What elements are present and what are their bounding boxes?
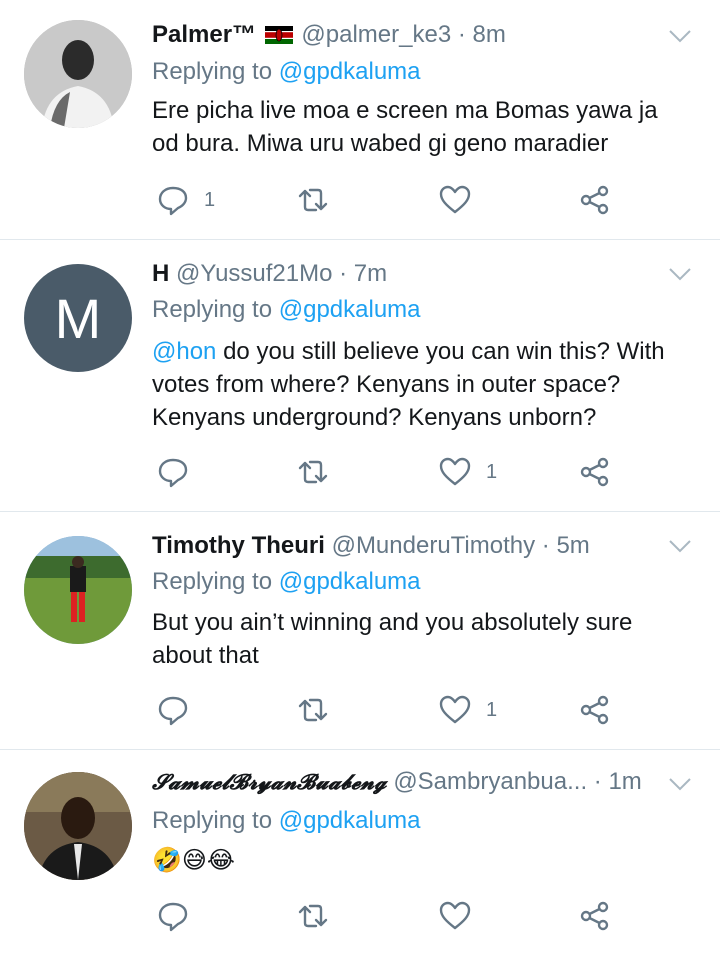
chevron-down-icon[interactable] [668,266,692,282]
author-handle[interactable]: @Yussuf21Mo [176,260,332,287]
timestamp[interactable]: · 8m [458,21,506,48]
tweet-1[interactable]: Palmer™ @palmer_ke3 · 8m Replying to @gp… [0,0,720,240]
tweet-text: 🤣😅😂 [152,847,235,874]
replying-to: Replying to @gpdkaluma [152,807,421,834]
timestamp[interactable]: · 1m [594,768,642,795]
reply-icon [158,458,188,488]
share-button[interactable] [578,452,612,492]
heart-icon [439,695,471,724]
like-button[interactable] [438,896,486,936]
replying-to-link[interactable]: @gpdkaluma [279,296,421,323]
share-icon [580,457,609,487]
avatar[interactable] [24,536,132,644]
reply-button[interactable] [156,452,204,492]
avatar-letter: M [54,286,102,350]
share-button[interactable] [578,896,612,936]
tweet-actions [152,896,640,936]
retweet-icon [298,460,328,484]
tweet-text: @hon do you still believe you can win th… [152,335,680,434]
like-button[interactable]: 1 [438,690,497,730]
reply-icon [158,186,188,216]
author-name[interactable]: H [152,260,169,287]
retweet-button[interactable] [296,180,330,220]
tweet-text-body: do you still believe you can win this? W… [152,338,665,431]
avatar[interactable] [24,772,132,880]
tweet-actions: 1 [152,452,640,492]
replying-to-link[interactable]: @gpdkaluma [279,58,421,85]
share-icon [580,695,609,725]
like-button[interactable]: 1 [438,452,497,492]
retweet-icon [298,698,328,722]
retweet-icon [298,904,328,928]
author-handle[interactable]: @Sambryanbua... [393,768,587,795]
timestamp[interactable]: · 7m [339,260,387,287]
tweet-actions: 1 [152,180,640,220]
chevron-down-icon[interactable] [668,538,692,554]
chevron-down-icon[interactable] [668,28,692,44]
reply-icon [158,902,188,932]
retweet-button[interactable] [296,690,330,730]
tweet-header: Timothy Theuri @MunderuTimothy · 5m [152,531,660,561]
like-button[interactable] [438,180,486,220]
retweet-button[interactable] [296,896,330,936]
replying-to-link[interactable]: @gpdkaluma [279,807,421,834]
avatar[interactable] [24,20,132,128]
tweet-actions: 1 [152,690,640,730]
tweet-header: 𝓢𝓪𝓶𝓾𝓮𝓵𝓑𝓻𝔂𝓪𝓷𝓑𝓾𝓪𝓫𝓮𝓷𝓰 @Sambryanbua... · 1m [152,767,660,797]
author-handle[interactable]: @palmer_ke3 [301,21,451,48]
retweet-button[interactable] [296,452,330,492]
avatar[interactable]: M [24,264,132,372]
heart-icon [439,457,471,486]
mention-link[interactable]: @hon [152,338,216,365]
like-count: 1 [486,698,498,721]
replying-to: Replying to @gpdkaluma [152,58,421,85]
reply-button[interactable]: 1 [156,180,215,220]
tweet-header: H @Yussuf21Mo · 7m [152,259,660,289]
tweet-header: Palmer™ @palmer_ke3 · 8m [152,20,660,50]
author-name[interactable]: Palmer™ [152,21,256,48]
share-button[interactable] [578,690,612,730]
reply-count: 1 [204,188,216,211]
tweet-text: But you ain’t winning and you absolutely… [152,609,633,669]
replying-to-link[interactable]: @gpdkaluma [279,568,421,595]
tweet-2[interactable]: M H @Yussuf21Mo · 7m Replying to @gpdkal… [0,240,720,512]
tweet-text: Ere picha live moa e screen ma Bomas yaw… [152,97,658,157]
author-name[interactable]: Timothy Theuri [152,532,325,559]
heart-icon [439,901,471,930]
tweet-4[interactable]: 𝓢𝓪𝓶𝓾𝓮𝓵𝓑𝓻𝔂𝓪𝓷𝓑𝓾𝓪𝓫𝓮𝓷𝓰 @Sambryanbua... · 1m … [0,750,720,956]
share-button[interactable] [578,180,612,220]
reply-button[interactable] [156,690,204,730]
reply-icon [158,696,188,726]
chevron-down-icon[interactable] [668,776,692,792]
author-name[interactable]: 𝓢𝓪𝓶𝓾𝓮𝓵𝓑𝓻𝔂𝓪𝓷𝓑𝓾𝓪𝓫𝓮𝓷𝓰 [152,769,387,794]
kenya-flag-icon [264,22,293,44]
timestamp[interactable]: · 5m [542,532,590,559]
reply-button[interactable] [156,896,204,936]
share-icon [580,185,609,215]
share-icon [580,901,609,931]
author-handle[interactable]: @MunderuTimothy [332,532,536,559]
replying-to: Replying to @gpdkaluma [152,296,421,323]
replying-to: Replying to @gpdkaluma [152,568,421,595]
tweet-3[interactable]: Timothy Theuri @MunderuTimothy · 5m Repl… [0,512,720,750]
retweet-icon [298,188,328,212]
like-count: 1 [486,460,498,483]
heart-icon [439,185,471,214]
